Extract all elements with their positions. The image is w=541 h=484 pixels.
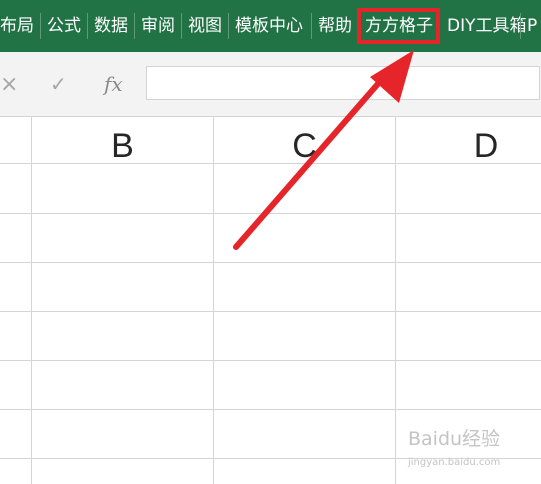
column-border-a-b: [31, 116, 32, 484]
tab-separator: [134, 13, 135, 39]
enter-check-icon[interactable]: ✓: [50, 72, 67, 96]
tab-review[interactable]: 审阅: [141, 0, 175, 52]
cancel-icon[interactable]: ×: [0, 72, 18, 97]
tab-separator: [87, 13, 88, 39]
row-border: [0, 311, 541, 312]
row-border: [0, 360, 541, 361]
tab-separator: [520, 13, 521, 39]
formula-bar: × ✓ fx: [0, 52, 541, 116]
tab-highlight-box: [357, 8, 440, 44]
row-border: [0, 262, 541, 263]
column-header-b[interactable]: B: [32, 117, 213, 165]
tab-separator: [181, 13, 182, 39]
tab-help[interactable]: 帮助: [318, 0, 352, 52]
tab-truncated-p[interactable]: P: [527, 0, 537, 52]
watermark-text: Baidu经验: [408, 428, 501, 450]
column-border-b-c: [213, 116, 214, 484]
ribbon-tab-bar: 布局 公式 数据 审阅 视图 模板中心 帮助 方方格子 DIY工具箱 P: [0, 0, 541, 52]
formula-controls: × ✓ fx: [0, 64, 140, 100]
column-border-c-d: [395, 116, 396, 484]
tab-view[interactable]: 视图: [188, 0, 222, 52]
tab-page-layout[interactable]: 布局: [0, 0, 34, 52]
column-header-d[interactable]: D: [396, 117, 541, 165]
baidu-watermark: Baidu经验 jingyan.baidu.com: [408, 424, 538, 480]
tab-data[interactable]: 数据: [94, 0, 128, 52]
insert-function-icon[interactable]: fx: [104, 72, 123, 96]
tab-separator: [311, 13, 312, 39]
row-border: [0, 409, 541, 410]
formula-input[interactable]: [146, 66, 540, 100]
tab-separator: [40, 13, 41, 39]
row-border: [0, 213, 541, 214]
column-header-row: B C D: [0, 116, 541, 165]
tab-diy-toolbox[interactable]: DIY工具箱: [447, 0, 527, 52]
column-header-c[interactable]: C: [214, 117, 395, 165]
watermark-url: jingyan.baidu.com: [408, 457, 501, 468]
tab-separator: [228, 13, 229, 39]
tab-template-center[interactable]: 模板中心: [235, 0, 303, 52]
tab-formulas[interactable]: 公式: [47, 0, 81, 52]
